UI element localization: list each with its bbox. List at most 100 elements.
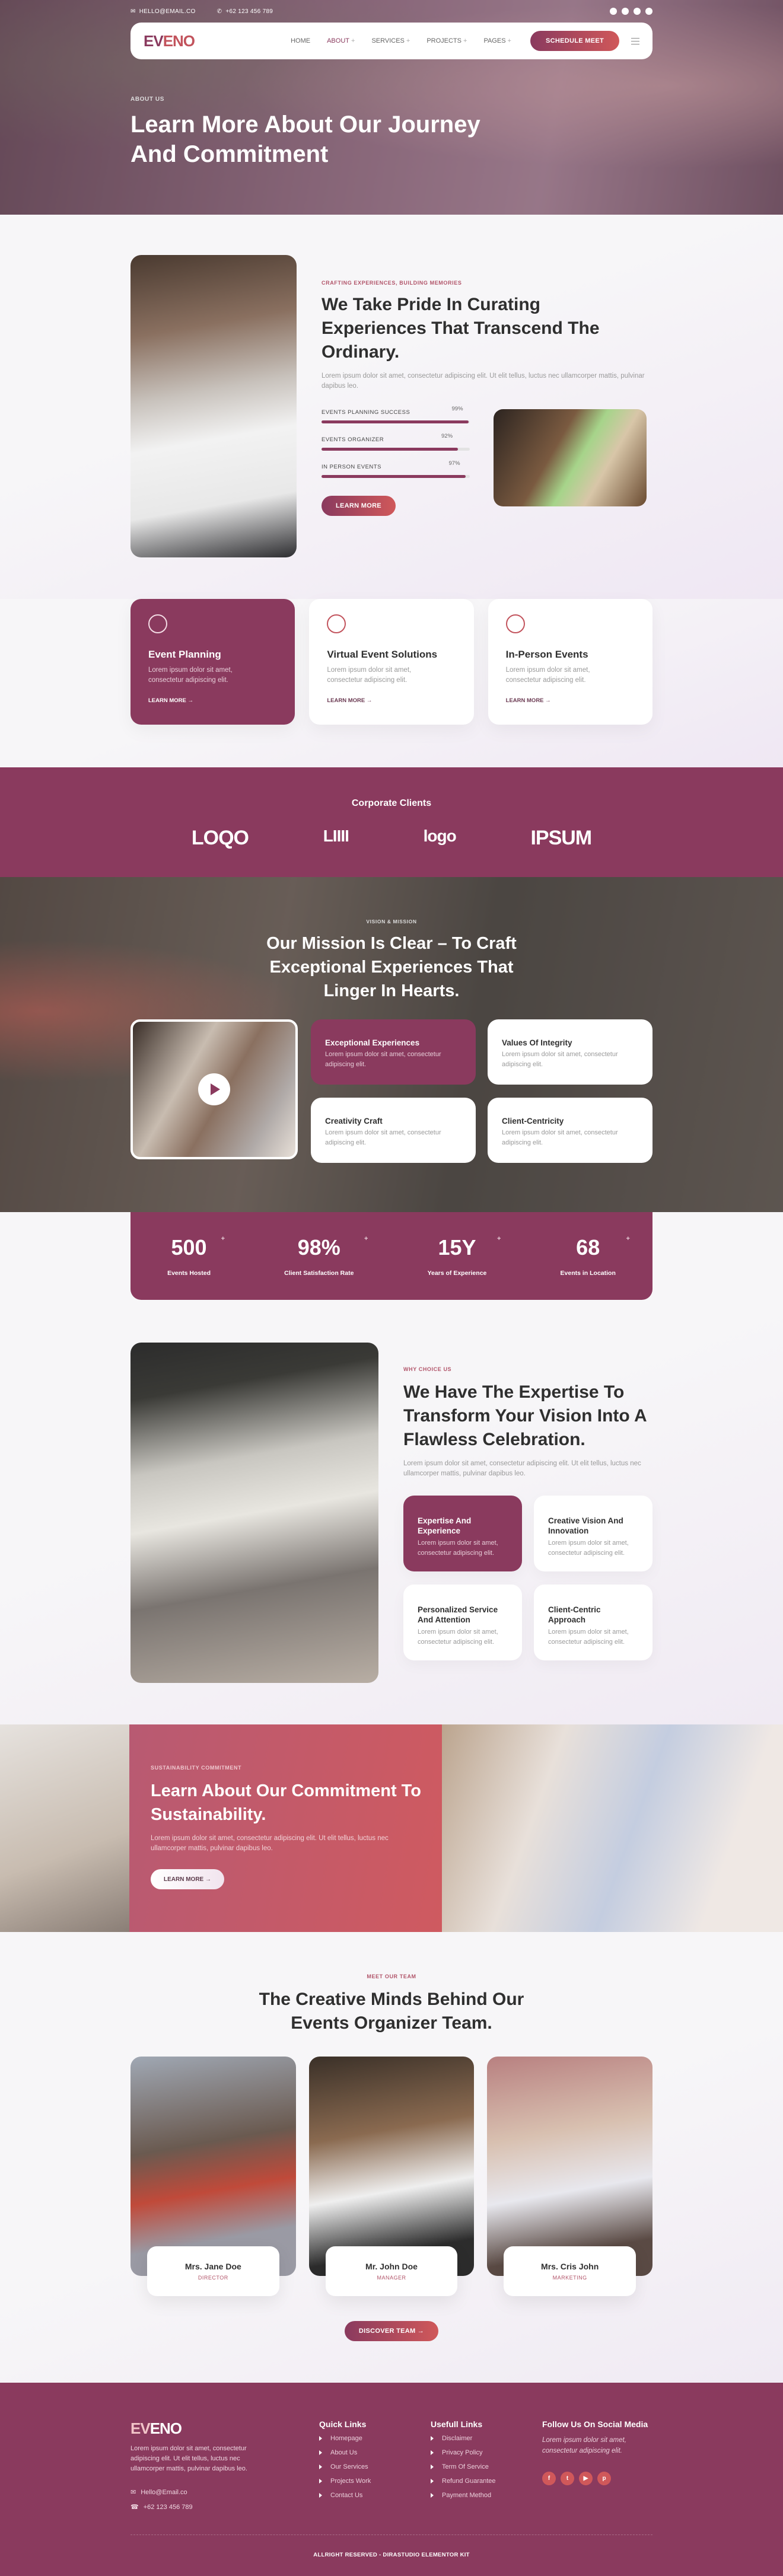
- nav-item-projects[interactable]: PROJECTS +: [426, 37, 467, 44]
- about-text: Lorem ipsum dolor sit amet, consectetur …: [322, 372, 645, 390]
- learn-more-link[interactable]: LEARN MORE →: [327, 697, 372, 704]
- youtube-icon[interactable]: [634, 8, 641, 15]
- skill-bar: EVENTS ORGANIZER 92%: [322, 433, 470, 451]
- team-photo: [130, 2057, 296, 2276]
- pinterest-icon[interactable]: p: [597, 2472, 611, 2485]
- person-stars-icon: [505, 614, 525, 633]
- mission-card: Client-Centricity Lorem ipsum dolor sit a…: [488, 1098, 652, 1163]
- stat-events-location: 68 + Events in Location: [560, 1235, 630, 1277]
- mission-section: VISION & MISSION Our Mission Is Clear – …: [0, 877, 783, 1212]
- hero-section: ✉ HELLO@EMAIL.CO ✆ +62 123 456 789 EVENO H…: [0, 0, 783, 215]
- glasses-image: [0, 1724, 129, 1932]
- mission-card: Exceptional Experiences Lorem ipsum dolor…: [311, 1019, 476, 1085]
- skill-bar: IN PERSON EVENTS 97%: [322, 460, 470, 478]
- team-title: The Creative Minds Behind Our Events Org…: [259, 1990, 524, 2033]
- client-logo: IPSUM: [530, 827, 592, 849]
- mission-title: Our Mission Is Clear – To Craft Exceptio…: [266, 934, 517, 1000]
- service-card-in-person-events[interactable]: In-Person Events Lorem ipsum dolor sit a…: [488, 599, 652, 725]
- footer-link[interactable]: About Us: [319, 2449, 431, 2456]
- video-thumbnail[interactable]: [130, 1019, 298, 1159]
- service-card-virtual-events[interactable]: Virtual Event Solutions Lorem ipsum dolo…: [309, 599, 474, 725]
- footer-logo[interactable]: EVENO: [130, 2419, 319, 2438]
- twitter-icon[interactable]: [622, 8, 629, 15]
- client-logo: logo: [423, 827, 457, 845]
- topbar-phone[interactable]: +62 123 456 789: [225, 8, 273, 15]
- feature-card: Expertise And Experience Lorem ipsum dolo…: [403, 1496, 522, 1571]
- services-section: Event Planning Lorem ipsum dolor sit ame…: [0, 599, 783, 767]
- team-photo: [308, 2057, 475, 2276]
- why-choose-us-section: WHY CHOICE US We Have The Expertise To T…: [0, 1300, 783, 1724]
- page-title: Learn More About Our Journey And Commitm…: [130, 111, 480, 167]
- learn-more-link[interactable]: LEARN MORE →: [148, 697, 193, 704]
- clients-section: Corporate Clients LOQO LIIII logo IPSUM: [0, 767, 783, 877]
- pinterest-icon[interactable]: [645, 8, 652, 15]
- phone-icon: ✆: [217, 8, 222, 15]
- discover-team-button[interactable]: DISCOVER TEAM →: [344, 2321, 439, 2341]
- twitter-icon[interactable]: t: [561, 2472, 574, 2485]
- lightbulb-gear-icon: [148, 614, 167, 633]
- logo[interactable]: EVENO: [144, 32, 195, 50]
- envelope-icon: ✉: [130, 2489, 136, 2496]
- footer-link[interactable]: Contact Us: [319, 2492, 431, 2499]
- team-member[interactable]: Mr. John Doe MANAGER: [308, 2057, 475, 2296]
- schedule-meet-button[interactable]: SCHEDULE MEET: [530, 31, 619, 51]
- sustain-kicker: SUSTAINABILITY COMMITMENT: [151, 1765, 242, 1771]
- copyright: ALLRIGHT RESERVED - DIRASTUDIO ELEMENTOR…: [130, 2534, 652, 2576]
- sustain-text: Lorem ipsum dolor sit amet, consectetur …: [151, 1835, 389, 1852]
- facebook-icon[interactable]: [610, 8, 617, 15]
- footer-link[interactable]: Privacy Policy: [431, 2449, 542, 2456]
- facebook-icon[interactable]: f: [542, 2472, 556, 2485]
- team-section: MEET OUR TEAM The Creative Minds Behind …: [0, 1932, 783, 2383]
- about-title: We Take Pride In Curating Experiences Th…: [322, 295, 600, 362]
- mail-icon: ✉: [130, 8, 136, 15]
- footer-text: Lorem ipsum dolor sit amet, consectetur …: [130, 2445, 247, 2472]
- footer-link[interactable]: Disclaimer: [431, 2435, 542, 2442]
- footer-email[interactable]: Hello@Email.co: [141, 2489, 187, 2496]
- why-title: We Have The Expertise To Transform Your …: [403, 1382, 647, 1449]
- headset-icon: [327, 614, 346, 633]
- guests-image: [442, 1724, 783, 1932]
- why-kicker: WHY CHOICE US: [403, 1366, 452, 1372]
- top-bar: ✉ HELLO@EMAIL.CO ✆ +62 123 456 789: [130, 0, 652, 23]
- team-member[interactable]: Mrs. Cris John MARKETING: [487, 2057, 653, 2296]
- quick-links-title: Quick Links: [319, 2419, 367, 2429]
- nav-item-about[interactable]: ABOUT +: [327, 37, 355, 44]
- social-title: Follow Us On Social Media: [542, 2419, 648, 2429]
- footer-phone[interactable]: +62 123 456 789: [144, 2504, 193, 2511]
- team-photo: [487, 2057, 653, 2276]
- social-text: Lorem ipsum dolor sit amet, consectetur …: [542, 2437, 626, 2454]
- hamburger-menu-icon[interactable]: [631, 37, 639, 44]
- client-logo: LIIII: [323, 827, 349, 845]
- mission-kicker: VISION & MISSION: [366, 919, 417, 924]
- why-text: Lorem ipsum dolor sit amet, consectetur …: [403, 1460, 641, 1477]
- feature-card: Creative Vision And Innovation Lorem ipsu…: [534, 1496, 652, 1571]
- footer-link[interactable]: Term Of Service: [431, 2463, 542, 2470]
- stat-client-satisfaction: 98% + Client Satisfaction Rate: [284, 1235, 368, 1277]
- play-icon[interactable]: [198, 1073, 230, 1105]
- mission-card: Values Of Integrity Lorem ipsum dolor sit…: [488, 1019, 652, 1085]
- hero-kicker: ABOUT US: [130, 96, 165, 103]
- learn-more-button[interactable]: LEARN MORE: [322, 496, 396, 516]
- nav-item-services[interactable]: SERVICES +: [371, 37, 410, 44]
- man-on-phone-image: [130, 255, 297, 557]
- footer-link[interactable]: Refund Guarantee: [431, 2478, 542, 2485]
- team-member[interactable]: Mrs. Jane Doe DIRECTOR: [130, 2057, 296, 2296]
- nav-item-home[interactable]: HOME: [291, 37, 310, 44]
- topbar-email[interactable]: HELLO@EMAIL.CO: [139, 8, 196, 15]
- youtube-icon[interactable]: ▶: [579, 2472, 593, 2485]
- stats-section: 500 + Events Hosted 98% + Client Satisfactio…: [0, 1212, 783, 1300]
- footer-link[interactable]: Projects Work: [319, 2478, 431, 2485]
- learn-more-link[interactable]: LEARN MORE →: [506, 697, 551, 704]
- footer-link[interactable]: Payment Method: [431, 2492, 542, 2499]
- sustainability-section: SUSTAINABILITY COMMITMENT Learn About Ou…: [0, 1724, 783, 1932]
- nav-item-pages[interactable]: PAGES +: [483, 37, 511, 44]
- woman-with-clipboard-image: [494, 409, 647, 506]
- footer-link[interactable]: Homepage: [319, 2435, 431, 2442]
- about-section: CRAFTING EXPERIENCES, BUILDING MEMORIES …: [0, 215, 783, 599]
- service-card-event-planning[interactable]: Event Planning Lorem ipsum dolor sit ame…: [130, 599, 295, 725]
- mission-card: Creativity Craft Lorem ipsum dolor sit am…: [311, 1098, 476, 1163]
- footer-link[interactable]: Our Services: [319, 2463, 431, 2470]
- stat-years-experience: 15Y + Years of Experience: [427, 1235, 501, 1277]
- clients-title: Corporate Clients: [351, 798, 432, 808]
- learn-more-button[interactable]: LEARN MORE →: [151, 1869, 224, 1889]
